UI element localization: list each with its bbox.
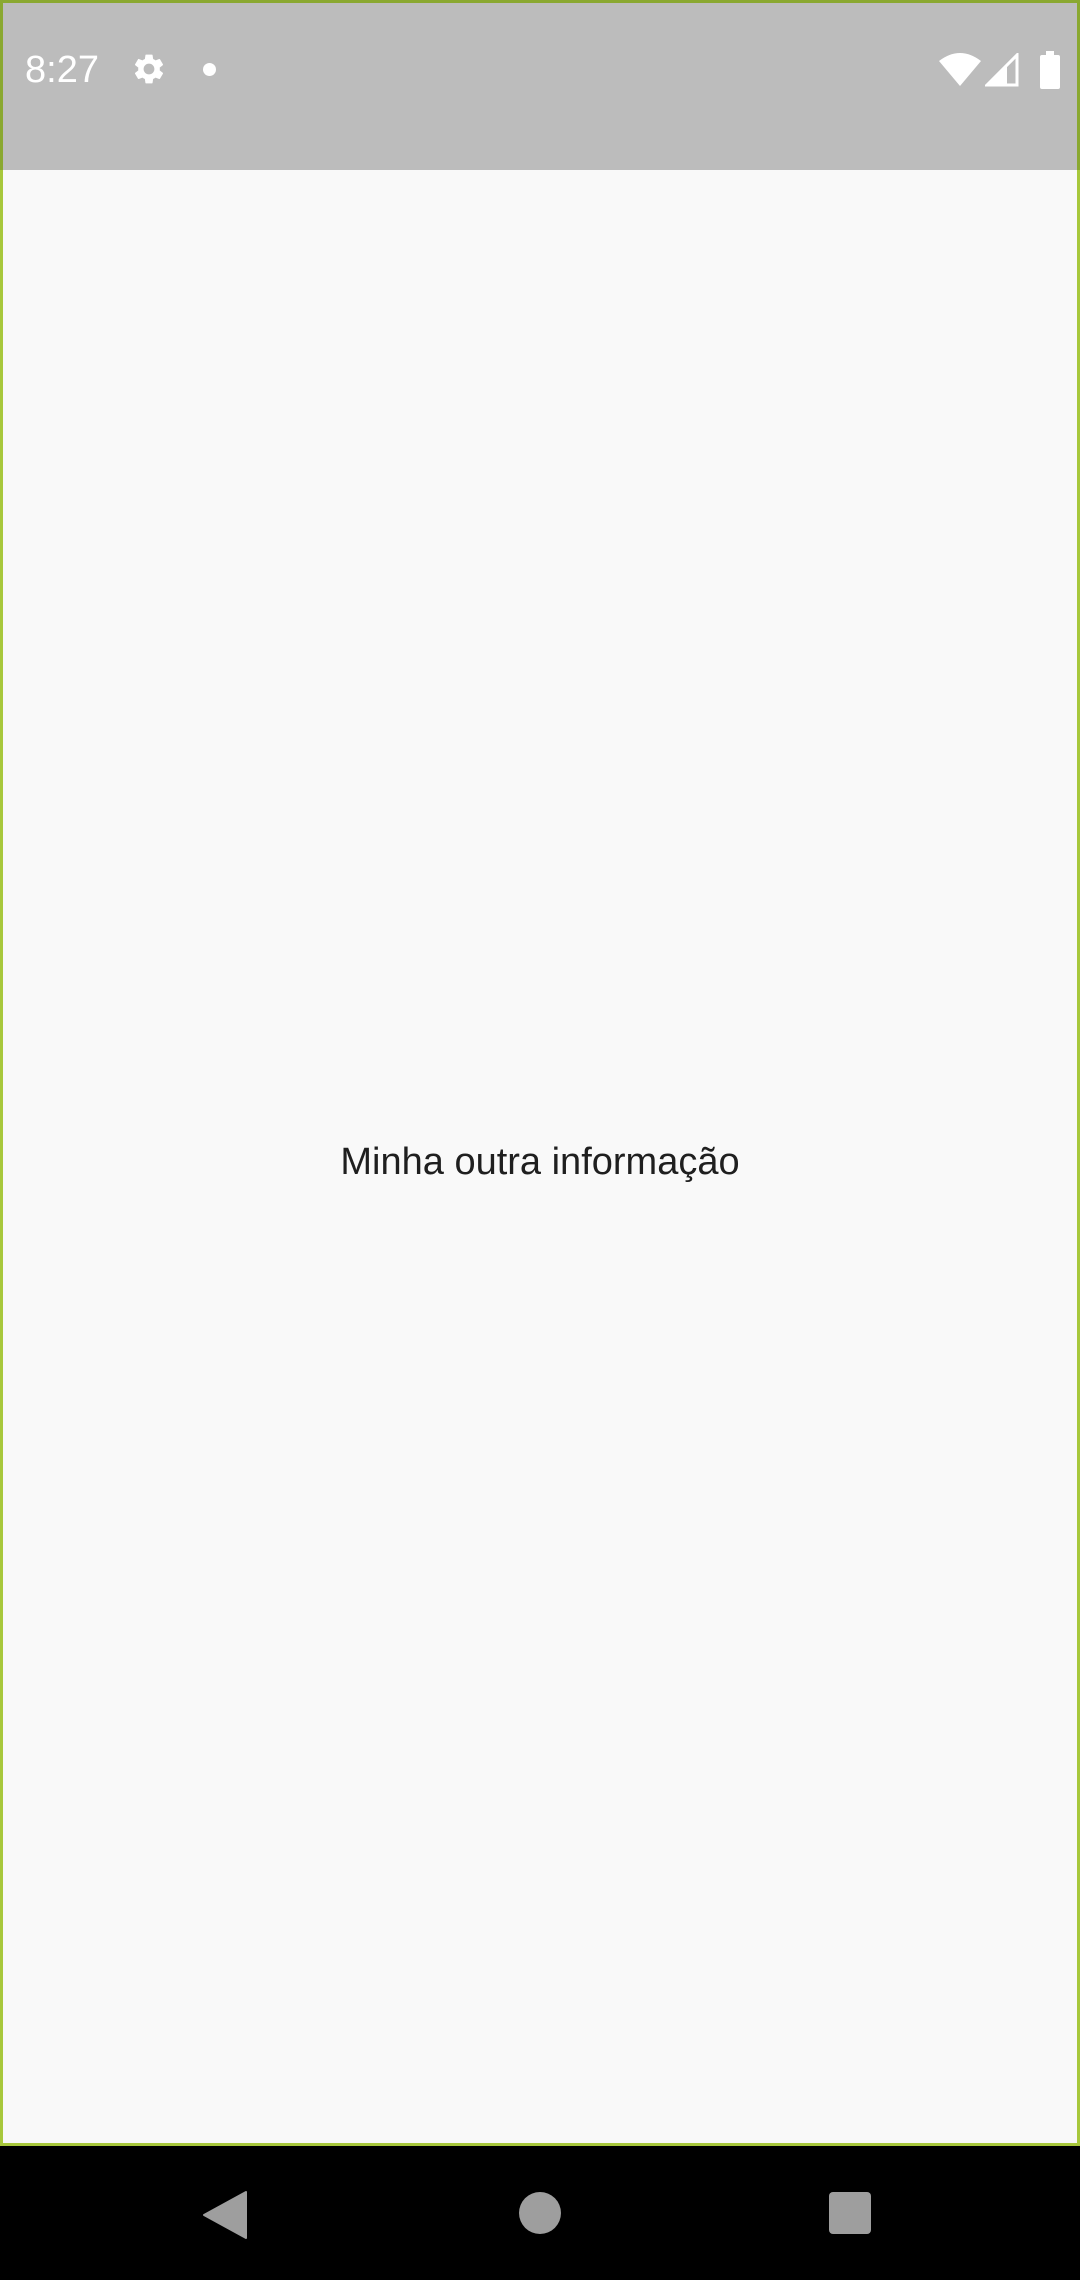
- back-icon[interactable]: [202, 2190, 248, 2240]
- notification-dot-icon: [203, 63, 216, 76]
- navigation-bar: [0, 2146, 1080, 2280]
- device-screen: 8:27 Minha outra informação: [0, 0, 1080, 2280]
- status-time: 8:27: [25, 49, 99, 91]
- status-bar: 8:27: [0, 0, 1080, 170]
- settings-icon: [131, 51, 167, 87]
- battery-icon: [1039, 51, 1061, 89]
- wifi-icon: [939, 53, 981, 87]
- info-text: Minha outra informação: [340, 1141, 740, 1183]
- signal-icon: [983, 51, 1019, 87]
- recents-icon[interactable]: [829, 2192, 871, 2234]
- main-content: Minha outra informação: [0, 170, 1080, 2146]
- home-icon[interactable]: [519, 2192, 561, 2234]
